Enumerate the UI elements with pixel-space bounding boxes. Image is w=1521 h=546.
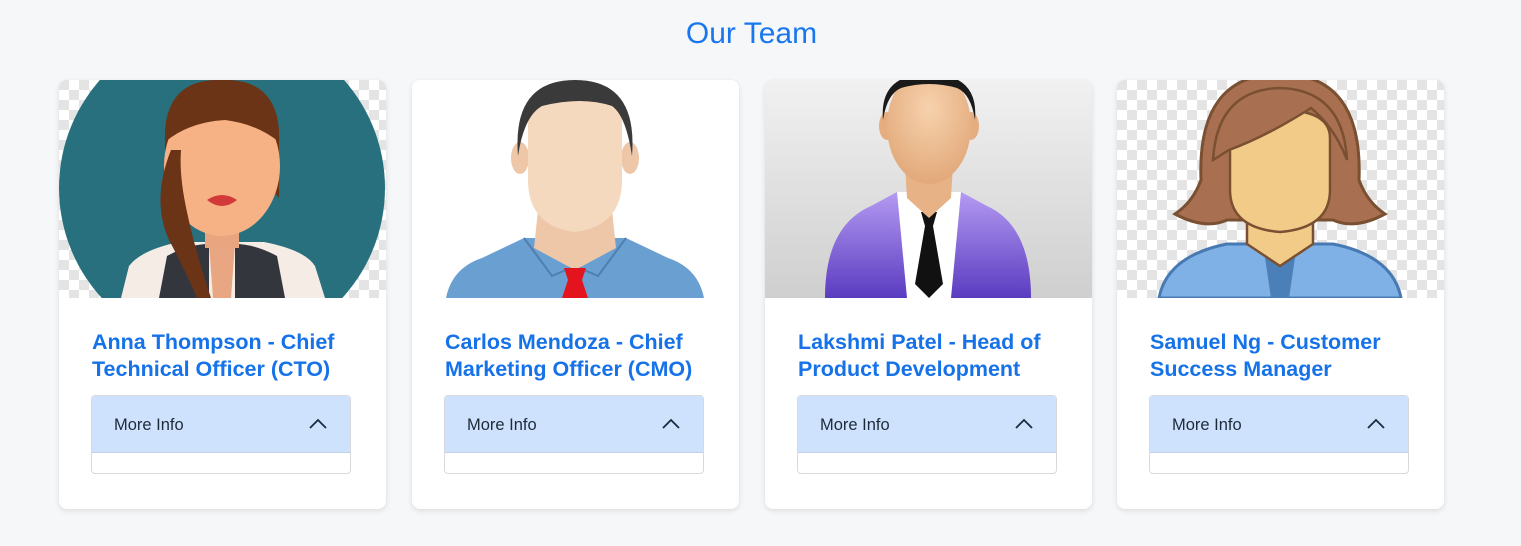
more-info-body xyxy=(1150,453,1408,473)
more-info-toggle[interactable]: More Info xyxy=(92,396,350,453)
team-member-name: Lakshmi Patel - Head of Product Developm… xyxy=(798,330,1041,381)
chevron-up-icon xyxy=(309,418,327,429)
more-info-accordion: More Info xyxy=(444,395,704,474)
team-member-name: Carlos Mendoza - Chief Marketing Officer… xyxy=(445,330,693,381)
more-info-label: More Info xyxy=(1172,416,1242,434)
more-info-toggle[interactable]: More Info xyxy=(445,396,703,453)
chevron-up-icon xyxy=(1015,418,1033,429)
avatar-man-suit-icon xyxy=(765,80,1092,298)
page-title: Our Team xyxy=(685,17,818,50)
chevron-up-icon xyxy=(662,418,680,429)
team-member-photo xyxy=(59,80,386,298)
more-info-body xyxy=(445,453,703,473)
more-info-body xyxy=(798,453,1056,473)
more-info-label: More Info xyxy=(467,416,537,434)
chevron-up-icon xyxy=(1367,418,1385,429)
team-member-card: Lakshmi Patel - Head of Product Developm… xyxy=(765,80,1092,509)
avatar-woman-icon xyxy=(1117,80,1444,298)
team-member-name: Samuel Ng - Customer Success Manager xyxy=(1150,330,1381,381)
more-info-accordion: More Info xyxy=(91,395,351,474)
team-member-card: Anna Thompson - Chief Technical Officer … xyxy=(59,80,386,509)
more-info-accordion: More Info xyxy=(1149,395,1409,474)
avatar-woman-icon xyxy=(59,80,386,298)
team-member-photo xyxy=(1117,80,1444,298)
team-member-name: Anna Thompson - Chief Technical Officer … xyxy=(92,330,335,381)
avatar-man-icon xyxy=(412,80,739,298)
team-member-photo xyxy=(412,80,739,298)
more-info-toggle[interactable]: More Info xyxy=(798,396,1056,453)
team-member-photo xyxy=(765,80,1092,298)
more-info-toggle[interactable]: More Info xyxy=(1150,396,1408,453)
more-info-body xyxy=(92,453,350,473)
team-member-card: Samuel Ng - Customer Success Manager Mor… xyxy=(1117,80,1444,509)
more-info-label: More Info xyxy=(820,416,890,434)
more-info-accordion: More Info xyxy=(797,395,1057,474)
more-info-label: More Info xyxy=(114,416,184,434)
team-member-card: Carlos Mendoza - Chief Marketing Officer… xyxy=(412,80,739,509)
